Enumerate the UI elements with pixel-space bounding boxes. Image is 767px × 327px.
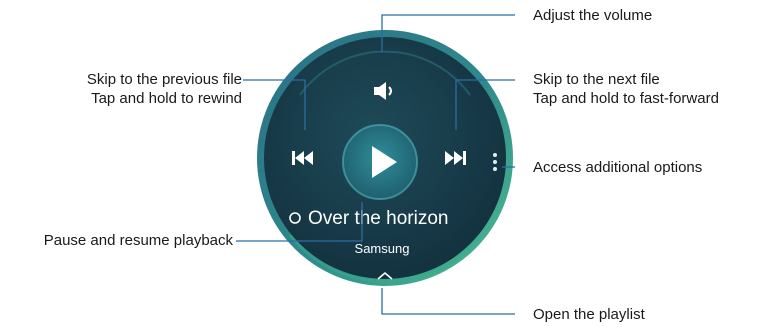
play-button[interactable] — [342, 124, 418, 200]
callout-next-line2: Tap and hold to fast-forward — [533, 90, 719, 107]
track-artist: Samsung — [355, 241, 410, 256]
callout-playlist: Open the playlist — [533, 305, 645, 324]
callout-next-line1: Skip to the next file — [533, 71, 660, 88]
callout-line-playlist — [381, 288, 515, 315]
callout-pause-text: Pause and resume playback — [43, 232, 233, 249]
callout-next: Skip to the next file Tap and hold to fa… — [533, 70, 719, 108]
callout-volume: Adjust the volume — [533, 6, 652, 25]
callout-previous: Skip to the previous file Tap and hold t… — [87, 70, 242, 108]
callout-volume-text: Adjust the volume — [533, 7, 653, 24]
callout-previous-line2: Tap and hold to rewind — [91, 90, 242, 107]
track-title: Over the horizon — [308, 208, 448, 229]
more-options-icon[interactable] — [493, 153, 497, 171]
callout-playlist-text: Open the playlist — [533, 306, 645, 323]
callout-options: Access additional options — [533, 158, 702, 177]
callout-previous-line1: Skip to the previous file — [86, 71, 242, 88]
callout-options-text: Access additional options — [533, 159, 703, 176]
callout-pause: Pause and resume playback — [44, 231, 233, 250]
